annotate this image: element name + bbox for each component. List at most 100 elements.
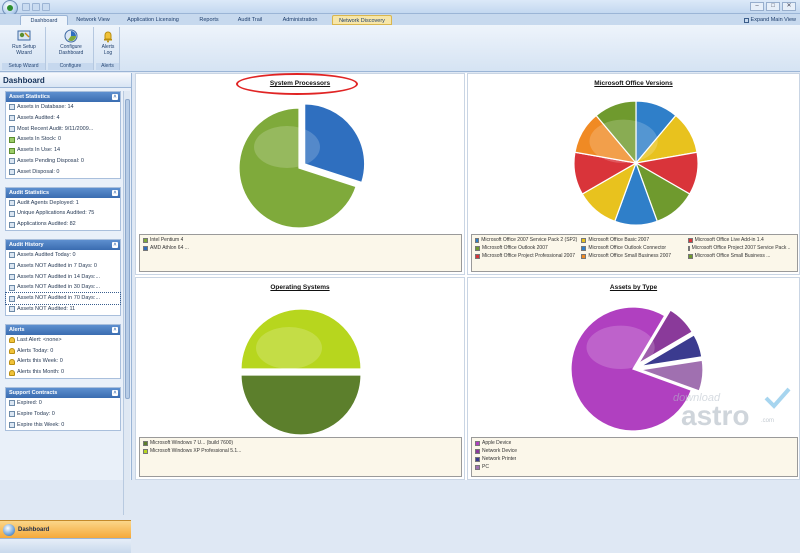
list-item[interactable]: Assets NOT Audited: 11	[6, 304, 120, 315]
legend-swatch	[475, 238, 480, 243]
pie-gloss	[586, 325, 655, 369]
nav-pane-footer	[0, 538, 131, 553]
legend-label: Microsoft Office Outlook Connector	[588, 245, 667, 251]
run-setup-wizard-button[interactable]: Run Setup Wizard	[6, 29, 42, 61]
tab-dashboard[interactable]: Dashboard	[20, 15, 68, 25]
asset-icon	[9, 252, 15, 259]
list-item-label: Unique Applications Audited: 75	[17, 210, 95, 217]
section-title: Asset Statistics	[9, 94, 50, 100]
list-item-label: Most Recent Audit: 9/11/2009...	[17, 125, 94, 132]
tab-network-discovery[interactable]: Network Discovery	[332, 15, 392, 25]
pie-slice[interactable]	[240, 374, 362, 436]
section-header[interactable]: Alerts ˄	[6, 324, 120, 335]
list-item[interactable]: Alerts this Week: 0	[6, 356, 120, 367]
collapse-icon[interactable]: ˄	[112, 326, 118, 333]
scrollbar-thumb[interactable]	[125, 99, 130, 399]
list-item[interactable]: Unique Applications Audited: 75	[6, 208, 120, 219]
panel-assets-by-type: Assets by Type Apple Device Network Devic…	[467, 277, 800, 480]
list-item-label: Alerts Today: 0	[17, 347, 54, 354]
tab-administration[interactable]: Administration	[274, 15, 326, 25]
asset-icon	[9, 263, 15, 270]
dashboard-sidebar: Dashboard Asset Statistics ˄ Assets in Dat…	[0, 73, 132, 553]
legend-item: Microsoft Office Basic 2007	[581, 237, 649, 244]
list-item[interactable]: Audit Agents Deployed: 1	[6, 198, 120, 209]
legend-label: Microsoft Office Small Business ...	[694, 253, 771, 259]
quick-menu-icon[interactable]	[42, 3, 50, 11]
legend-label: Microsoft Windows XP Professional 5.1...	[150, 448, 242, 454]
legend-item: Microsoft Office Outlook Connector	[581, 245, 666, 252]
list-item-label: Assets NOT Audited in 7 Days: 0	[17, 262, 97, 269]
configure-dashboard-button[interactable]: Configure Dashboard	[53, 29, 89, 61]
legend-office-versions: Microsoft Office 2007 Service Pack 2 (SP…	[471, 234, 798, 272]
expand-main-view-button[interactable]: Expand Main View	[743, 15, 796, 25]
pie-chart-operating-systems	[240, 308, 362, 436]
quick-undo-icon[interactable]	[32, 3, 40, 11]
list-item[interactable]: Assets Audited: 4	[6, 113, 120, 124]
section-title: Audit Statistics	[9, 189, 50, 196]
ribbon-group-configure: Configure Dashboard Configure	[48, 27, 94, 70]
section-header[interactable]: Asset Statistics ˄	[6, 92, 120, 102]
highlight-annotation	[236, 73, 358, 95]
list-item[interactable]: Assets NOT Audited in 70 Days:...	[5, 292, 121, 305]
list-item[interactable]: Expire Today: 0	[6, 409, 120, 420]
list-item[interactable]: Asset Disposal: 0	[6, 167, 120, 178]
tab-reports[interactable]: Reports	[192, 15, 226, 25]
minimize-button[interactable]: –	[750, 2, 764, 11]
collapse-icon[interactable]: ˄	[112, 390, 118, 396]
legend-swatch	[687, 254, 693, 259]
window-title	[360, 3, 440, 12]
list-item[interactable]: Expire this Week: 0	[6, 420, 120, 431]
list-item[interactable]: Alerts this Month: 0	[6, 367, 120, 378]
ribbon-group-label: Configure	[48, 63, 93, 70]
maximize-button[interactable]: □	[766, 2, 780, 11]
alerts-log-button[interactable]: Alerts Log	[90, 29, 126, 61]
list-item[interactable]: Most Recent Audit: 9/11/2009...	[6, 124, 120, 135]
list-item[interactable]: Assets Pending Disposal: 0	[6, 156, 120, 167]
list-item[interactable]: Assets NOT Audited in 30 Days:...	[6, 282, 120, 293]
section-header[interactable]: Support Contracts ˄	[6, 388, 120, 398]
section-header[interactable]: Audit Statistics ˄	[6, 187, 120, 198]
legend-item: Microsoft Office Small Business 2007	[581, 253, 671, 260]
list-item-label: Audit Agents Deployed: 1	[17, 199, 79, 206]
list-item[interactable]: Last Alert: <none>	[6, 335, 120, 346]
list-item-label: Expire this Week: 0	[17, 421, 65, 428]
legend-label: Microsoft Office Project 2007 Service Pa…	[691, 245, 790, 251]
list-item-label: Expired: 0	[17, 400, 42, 406]
section-title: Audit History	[9, 242, 44, 248]
nav-dashboard-button[interactable]: Dashboard	[0, 520, 131, 538]
list-item[interactable]: Assets in Database: 14	[6, 102, 120, 113]
tab-application-licensing[interactable]: Application Licensing	[120, 15, 186, 25]
legend-label: Apple Device	[482, 440, 512, 446]
legend-label: PC	[482, 464, 489, 470]
list-item[interactable]: Assets In Stock: 0	[6, 134, 120, 145]
ribbon-group-label: Alerts	[96, 63, 119, 70]
collapse-icon[interactable]: ˄	[112, 189, 118, 196]
bell-icon	[9, 358, 15, 365]
section-header[interactable]: Audit History ˄	[6, 240, 120, 250]
asset-icon	[9, 221, 15, 228]
list-item[interactable]: Assets NOT Audited in 7 Days: 0	[6, 261, 120, 272]
tab-network-view[interactable]: Network View	[70, 15, 116, 25]
list-item[interactable]: Expired: 0	[6, 398, 120, 409]
list-item[interactable]: Assets In Use: 14	[6, 145, 120, 156]
list-item-label: Assets In Stock: 0	[17, 136, 62, 143]
list-item[interactable]: Alerts Today: 0	[6, 346, 120, 357]
legend-label: Network Device	[482, 448, 518, 454]
collapse-icon[interactable]: ˄	[112, 94, 118, 100]
legend-swatch	[475, 441, 480, 446]
download-astro-watermark: download astro .com	[655, 380, 791, 435]
collapse-icon[interactable]: ˄	[112, 242, 118, 248]
quick-save-icon[interactable]	[22, 3, 30, 11]
legend-swatch	[475, 449, 480, 454]
list-item-label: Applications Audited: 82	[17, 221, 76, 228]
close-button[interactable]: ✕	[782, 2, 796, 11]
title-bar: – □ ✕	[0, 0, 800, 16]
list-item[interactable]: Applications Audited: 82	[6, 219, 120, 230]
list-item[interactable]: Assets Audited Today: 0	[6, 250, 120, 261]
panel-system-processors: System Processors Intel Pentium 4 AMD Ath…	[135, 73, 465, 275]
list-item[interactable]: Assets NOT Audited in 14 Days:...	[6, 272, 120, 283]
tab-audit-trail[interactable]: Audit Trail	[230, 15, 270, 25]
sidebar-scrollbar[interactable]	[123, 91, 130, 515]
expand-icon	[743, 17, 749, 23]
pie-gloss	[256, 327, 322, 369]
